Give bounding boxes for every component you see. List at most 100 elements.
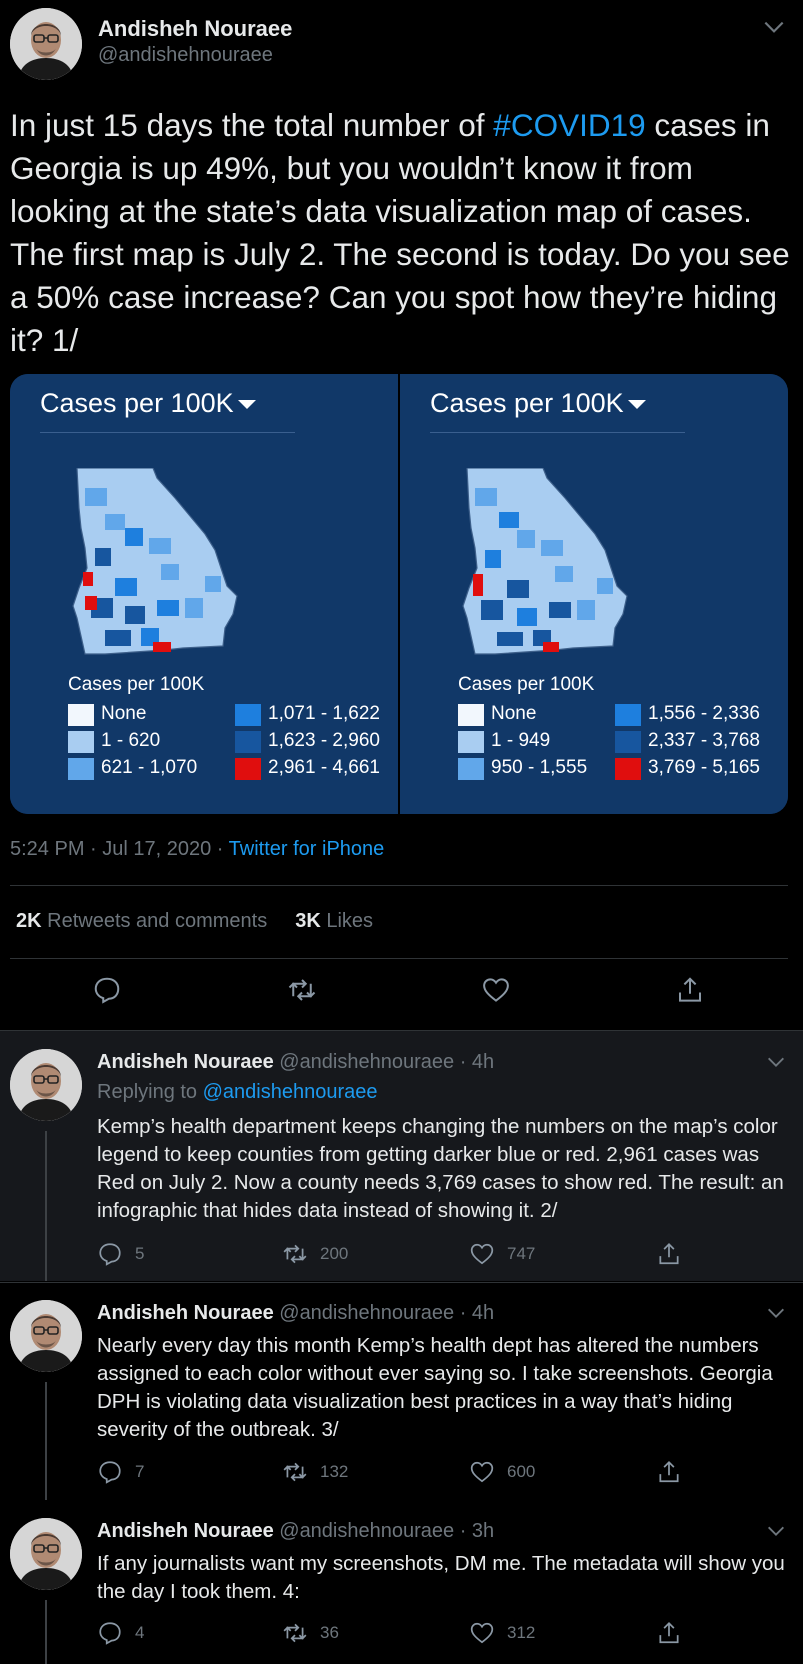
map-image-july-17[interactable]: Cases per 100K Cases per 100K None 1 - 9… (400, 374, 788, 814)
handle-and-time[interactable]: @andishehnouraee · 4h (274, 1051, 494, 1073)
reply-button[interactable]: 7 (97, 1457, 144, 1487)
legend-swatch (235, 704, 261, 726)
legend-swatch (68, 758, 94, 780)
legend-swatch (235, 731, 261, 753)
hashtag-link[interactable]: #COVID19 (493, 107, 645, 143)
retweet-button[interactable]: 200 (282, 1239, 348, 1269)
reply-icon (97, 1241, 123, 1267)
divider (10, 958, 788, 959)
map-header: Cases per 100K (40, 388, 256, 419)
like-heart-icon[interactable] (481, 975, 511, 1005)
replying-to: Replying to @andishehnouraee (97, 1081, 378, 1104)
thread-line (45, 1600, 47, 1664)
avatar[interactable] (10, 8, 82, 80)
replying-to-link[interactable]: @andishehnouraee (203, 1081, 378, 1103)
map-header-label: Cases per 100K (40, 388, 234, 418)
more-options-chevron-down-icon[interactable] (765, 1051, 787, 1073)
share-icon (656, 1459, 682, 1485)
reply-tweet[interactable]: Andisheh Nouraee @andishehnouraee · 3h I… (0, 1500, 803, 1664)
reply-icon (97, 1620, 123, 1646)
legend-label: 1,556 - 2,336 (648, 703, 760, 724)
retweet-icon[interactable] (287, 975, 317, 1005)
main-tweet-actions (0, 975, 803, 1015)
georgia-map (455, 468, 655, 668)
reply-icon[interactable] (92, 975, 122, 1005)
reply-button[interactable]: 4 (97, 1618, 144, 1648)
reply-actions: 4 36 312 (97, 1618, 697, 1648)
likes-count: 3K (295, 910, 321, 932)
author-handle[interactable]: @andishehnouraee (98, 44, 273, 67)
like-count: 600 (507, 1462, 536, 1481)
legend-title: Cases per 100K (458, 674, 595, 695)
reply-button[interactable]: 5 (97, 1239, 144, 1269)
more-options-chevron-down-icon[interactable] (765, 1302, 787, 1324)
map-image-july-2[interactable]: Cases per 100K Cases per 100K None 1 - 6… (10, 374, 398, 814)
reply-text: Nearly every day this month Kemp’s healt… (97, 1334, 773, 1441)
legend-label: 3,769 - 5,165 (648, 757, 760, 778)
legend-label: 621 - 1,070 (101, 757, 198, 778)
reply-count: 7 (135, 1462, 145, 1481)
avatar[interactable] (10, 1049, 82, 1121)
legend-label: None (491, 703, 537, 724)
like-button[interactable]: 312 (469, 1618, 535, 1648)
map-header: Cases per 100K (430, 388, 646, 419)
reply-text: If any journalists want my screenshots, … (97, 1552, 785, 1603)
reply-count: 5 (135, 1244, 145, 1263)
retweet-button[interactable]: 132 (282, 1457, 348, 1487)
profile-photo-icon (10, 1049, 82, 1121)
map-header-label: Cases per 100K (430, 388, 624, 418)
legend-swatch (458, 704, 484, 726)
legend-swatch (615, 704, 641, 726)
handle-and-time[interactable]: @andishehnouraee · 4h (274, 1302, 494, 1324)
media-card[interactable]: Cases per 100K Cases per 100K None 1 - 6… (10, 374, 788, 814)
more-options-chevron-down-icon[interactable] (761, 14, 787, 40)
retweet-icon (282, 1620, 308, 1646)
like-button[interactable]: 747 (469, 1239, 535, 1269)
like-count: 747 (507, 1244, 536, 1263)
author-name[interactable]: Andisheh Nouraee (97, 1302, 274, 1324)
like-heart-icon (469, 1459, 495, 1485)
like-button[interactable]: 600 (469, 1457, 535, 1487)
avatar[interactable] (10, 1300, 82, 1372)
author-name[interactable]: Andisheh Nouraee (97, 1051, 274, 1073)
reply-tweet[interactable]: Andisheh Nouraee @andishehnouraee · 4h N… (0, 1282, 803, 1500)
replying-prefix: Replying to (97, 1081, 203, 1103)
retweets-count: 2K (16, 910, 42, 932)
tweet-timestamp: 5:24 PM · Jul 17, 2020 · Twitter for iPh… (10, 838, 384, 861)
retweet-icon (282, 1241, 308, 1267)
tweet-text: In just 15 days the total number of #COV… (10, 104, 795, 362)
legend-label: 2,337 - 3,768 (648, 730, 760, 751)
timestamp-text[interactable]: 5:24 PM · Jul 17, 2020 · (10, 838, 229, 860)
share-icon[interactable] (675, 975, 705, 1005)
thread-line (45, 1131, 47, 1281)
legend-label: 1 - 949 (491, 730, 551, 751)
profile-photo-icon (10, 8, 82, 80)
reply-header: Andisheh Nouraee @andishehnouraee · 4h (97, 1051, 494, 1074)
main-tweet-header: Andisheh Nouraee @andishehnouraee (10, 8, 793, 80)
likes-stat[interactable]: 3K Likes (295, 910, 373, 932)
engagement-stats: 2K Retweets and comments 3K Likes (16, 910, 373, 933)
share-button[interactable] (656, 1239, 694, 1269)
retweet-button[interactable]: 36 (282, 1618, 339, 1648)
more-options-chevron-down-icon[interactable] (765, 1520, 787, 1542)
legend-label: None (101, 703, 147, 724)
handle-and-time[interactable]: @andishehnouraee · 3h (274, 1520, 494, 1542)
avatar[interactable] (10, 1518, 82, 1590)
reply-tweet[interactable]: Andisheh Nouraee @andishehnouraee · 4h R… (0, 1031, 803, 1281)
share-button[interactable] (656, 1618, 694, 1648)
share-button[interactable] (656, 1457, 694, 1487)
retweet-count: 36 (320, 1623, 339, 1642)
like-heart-icon (469, 1620, 495, 1646)
legend-swatch (458, 758, 484, 780)
source-link[interactable]: Twitter for iPhone (229, 838, 385, 860)
author-name[interactable]: Andisheh Nouraee (97, 1520, 274, 1542)
share-icon (656, 1241, 682, 1267)
reply-icon (97, 1459, 123, 1485)
georgia-map (65, 468, 265, 668)
author-name[interactable]: Andisheh Nouraee (98, 16, 292, 42)
retweets-stat[interactable]: 2K Retweets and comments (16, 910, 267, 932)
reply-header: Andisheh Nouraee @andishehnouraee · 3h (97, 1520, 494, 1543)
retweet-count: 200 (320, 1244, 349, 1263)
retweet-count: 132 (320, 1462, 349, 1481)
reply-actions: 5 200 747 (97, 1239, 697, 1269)
